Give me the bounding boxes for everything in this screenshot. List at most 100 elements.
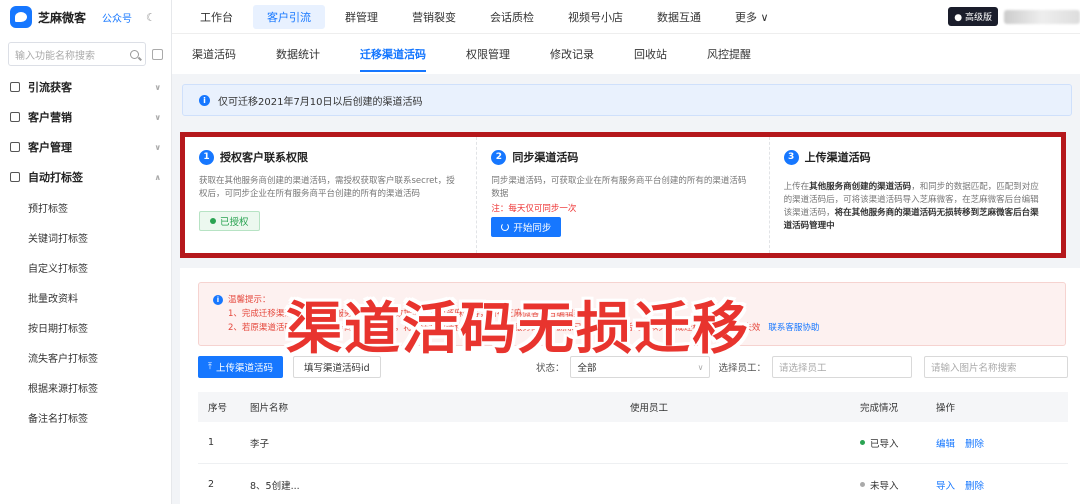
status-select[interactable]: 全部 ∨: [570, 356, 711, 378]
step-number: 2: [491, 149, 507, 165]
sidebar-item-custom-tag[interactable]: 自定义打标签: [0, 252, 171, 282]
topnav-session-qc[interactable]: 会话质检: [476, 5, 548, 29]
button-label: 已授权: [220, 217, 249, 228]
select-value: 全部: [577, 363, 597, 374]
topnav-marketing-fission[interactable]: 营销裂变: [398, 5, 470, 29]
contact-support-link[interactable]: 联系客服协助: [768, 323, 819, 333]
import-link[interactable]: 导入: [936, 478, 955, 492]
search-placeholder: 输入功能名称搜索: [15, 50, 95, 62]
start-sync-button[interactable]: 开始同步: [491, 217, 562, 237]
table-row: 1 李子 已导入 编辑 删除: [198, 422, 1068, 464]
tab-recycle-bin[interactable]: 回收站: [634, 34, 667, 74]
sidebar-group-marketing[interactable]: 客户营销 ∨: [0, 102, 171, 132]
tab-change-log[interactable]: 修改记录: [550, 34, 594, 74]
step-description: 上传在其他服务商创建的渠道活码，和同步的数据匹配，匹配到对应的渠道活码后，可将该…: [783, 182, 1039, 231]
user-avatar-name[interactable]: [1004, 9, 1080, 24]
chevron-down-icon: ∨: [154, 112, 162, 122]
info-icon: i: [213, 295, 223, 305]
header-actions: 操作: [936, 403, 956, 414]
brand-logo-icon: [10, 6, 32, 28]
tab-migrate-channel-code[interactable]: 迁移渠道活码: [360, 34, 426, 74]
sidebar-item-date-tag[interactable]: 按日期打标签: [0, 312, 171, 342]
step-description: 获取在其他服务商创建的渠道活码，需授权获取客户联系secret，授权后，可同步企…: [199, 176, 455, 199]
upload-icon: ⤒: [208, 362, 212, 372]
sidebar-item-lost-customer-tag[interactable]: 流失客户打标签: [0, 342, 171, 372]
topnav-workbench[interactable]: 工作台: [186, 5, 247, 29]
fill-channel-code-id-button[interactable]: 填写渠道活码id: [293, 356, 381, 378]
chevron-down-icon: ∨: [154, 142, 162, 152]
status-dot-icon: [860, 482, 865, 487]
header-staff: 使用员工: [630, 403, 669, 414]
header-index: 序号: [208, 403, 228, 414]
sidebar-group-label: 客户管理: [28, 141, 72, 154]
step-description: 同步渠道活码，可获取企业在所有服务商平台创建的所有的渠道活码数据: [491, 176, 747, 199]
sidebar-group-label: 客户营销: [28, 111, 72, 124]
topnav-video-shop[interactable]: 视频号小店: [554, 5, 637, 29]
sidebar-item-batch-edit[interactable]: 批量改资料: [0, 282, 171, 312]
table-row: 2 8、5创建... 未导入 导入 删除: [198, 464, 1068, 504]
brand: 芝麻微客 公众号 ☾: [0, 0, 171, 34]
tab-channel-code[interactable]: 渠道活码: [192, 34, 236, 74]
check-dot-icon: [210, 218, 216, 224]
delete-link[interactable]: 删除: [965, 478, 984, 492]
search-icon: [130, 49, 139, 59]
select-placeholder: 请选择员工: [779, 363, 827, 374]
table-header: 序号 图片名称 使用员工 完成情况 操作: [198, 392, 1068, 422]
step-title: 同步渠道活码: [512, 151, 579, 164]
upload-channel-code-button[interactable]: ⤒ 上传渠道活码: [198, 356, 283, 378]
official-account-link[interactable]: 公众号: [102, 10, 132, 25]
image-name-search-input[interactable]: 请输入图片名称搜索: [924, 356, 1068, 378]
row-index: 2: [208, 479, 215, 490]
sidebar-item-keyword-tag[interactable]: 关键词打标签: [0, 222, 171, 252]
edit-link[interactable]: 编辑: [936, 436, 955, 450]
calendar-icon: [10, 112, 20, 122]
theme-toggle-icon[interactable]: ☾: [146, 11, 156, 24]
tab-permissions[interactable]: 权限管理: [466, 34, 510, 74]
step-note: 注：每天仅可同步一次: [491, 204, 577, 214]
chevron-down-icon: ∨: [154, 82, 162, 92]
step-title: 授权客户联系权限: [220, 151, 308, 164]
row-image-name: 8、5创建...: [250, 480, 300, 492]
topnav-data-sync[interactable]: 数据互通: [643, 5, 715, 29]
row-status: 已导入: [860, 436, 936, 450]
headline-overlay: 渠道活码无损迁移: [286, 297, 750, 362]
staff-select[interactable]: 请选择员工: [772, 356, 912, 378]
step-authorize: 1 授权客户联系权限 获取在其他服务商创建的渠道活码，需授权获取客户联系secre…: [185, 137, 476, 253]
step-title: 上传渠道活码: [804, 151, 871, 164]
sidebar-group-customer-management[interactable]: 客户管理 ∨: [0, 132, 171, 162]
info-text: 仅可迁移2021年7月10日以后创建的渠道活码: [218, 96, 423, 108]
sidebar-item-remark-tag[interactable]: 备注名打标签: [0, 402, 171, 432]
users-icon: [10, 142, 20, 152]
function-search-input[interactable]: 输入功能名称搜索: [8, 42, 146, 66]
status-dot-icon: [860, 440, 865, 445]
status-label: 状态：: [535, 363, 565, 374]
staff-label: 选择员工：: [718, 363, 766, 374]
top-navigation: 工作台 客户引流 群管理 营销裂变 会话质检 视频号小店 数据互通 更多 ∨ ●…: [172, 0, 1080, 34]
info-banner: i 仅可迁移2021年7月10日以后创建的渠道活码: [182, 84, 1072, 116]
row-status: 未导入: [860, 478, 936, 492]
topnav-more[interactable]: 更多 ∨: [721, 5, 783, 29]
sidebar-item-source-tag[interactable]: 根据来源打标签: [0, 372, 171, 402]
sidebar-group-lead-acquisition[interactable]: 引流获客 ∨: [0, 72, 171, 102]
warning-title: 温馨提示：: [228, 295, 271, 305]
sidebar-group-auto-tag[interactable]: 自动打标签 ∧: [0, 162, 171, 192]
info-icon: i: [199, 94, 210, 106]
layout-icon[interactable]: [152, 48, 163, 60]
sidebar: 芝麻微客 公众号 ☾ 输入功能名称搜索 引流获客 ∨ 客户营销 ∨ 客户管理 ∨…: [0, 0, 172, 504]
step-number: 1: [199, 149, 214, 165]
button-label: 上传渠道活码: [215, 363, 273, 374]
topnav-customer-acquisition[interactable]: 客户引流: [253, 4, 325, 29]
step-sync: 2 同步渠道活码 同步渠道活码，可获取企业在所有服务商平台创建的所有的渠道活码数据…: [476, 137, 768, 253]
sidebar-group-label: 引流获客: [28, 81, 72, 94]
tab-risk-alerts[interactable]: 风控提醒: [707, 34, 751, 74]
delete-link[interactable]: 删除: [965, 436, 984, 450]
step-upload: 3 上传渠道活码 上传在其他服务商创建的渠道活码，和同步的数据匹配，匹配到对应的渠…: [768, 137, 1061, 253]
topnav-group-management[interactable]: 群管理: [331, 5, 392, 29]
sidebar-item-pre-tag[interactable]: 预打标签: [0, 192, 171, 222]
person-icon: [10, 82, 20, 92]
tab-data-stats[interactable]: 数据统计: [276, 34, 320, 74]
tag-icon: [10, 172, 20, 182]
migration-steps: 1 授权客户联系权限 获取在其他服务商创建的渠道活码，需授权获取客户联系secre…: [180, 132, 1066, 258]
authorized-button[interactable]: 已授权: [199, 211, 260, 231]
sub-tabs: 渠道活码 数据统计 迁移渠道活码 权限管理 修改记录 回收站 风控提醒: [172, 34, 1080, 74]
